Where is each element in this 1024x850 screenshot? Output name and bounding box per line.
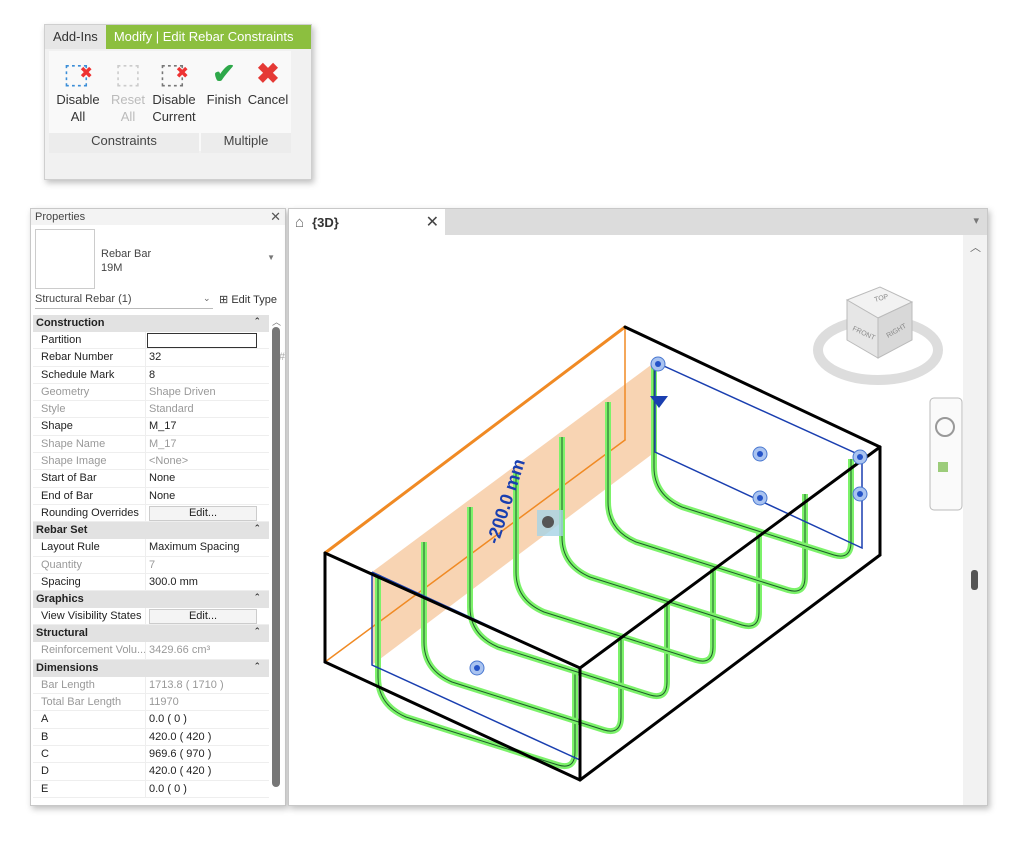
rebar-bar — [651, 367, 854, 560]
model-canvas[interactable]: -200.0 mmTOPFRONT RIGHT — [0, 0, 1024, 850]
grip-handle-dot — [655, 361, 661, 367]
zoom-region-icon[interactable] — [938, 462, 948, 472]
grip-handle-dot — [857, 491, 863, 497]
grip-handle-dot — [857, 454, 863, 460]
constraint-handle-dot — [542, 516, 554, 528]
grip-handle-dot — [757, 495, 763, 501]
box-edge — [623, 325, 882, 449]
grip-handle-dot — [757, 451, 763, 457]
grip-handle-dot — [474, 665, 480, 671]
navigation-bar[interactable] — [929, 397, 963, 511]
